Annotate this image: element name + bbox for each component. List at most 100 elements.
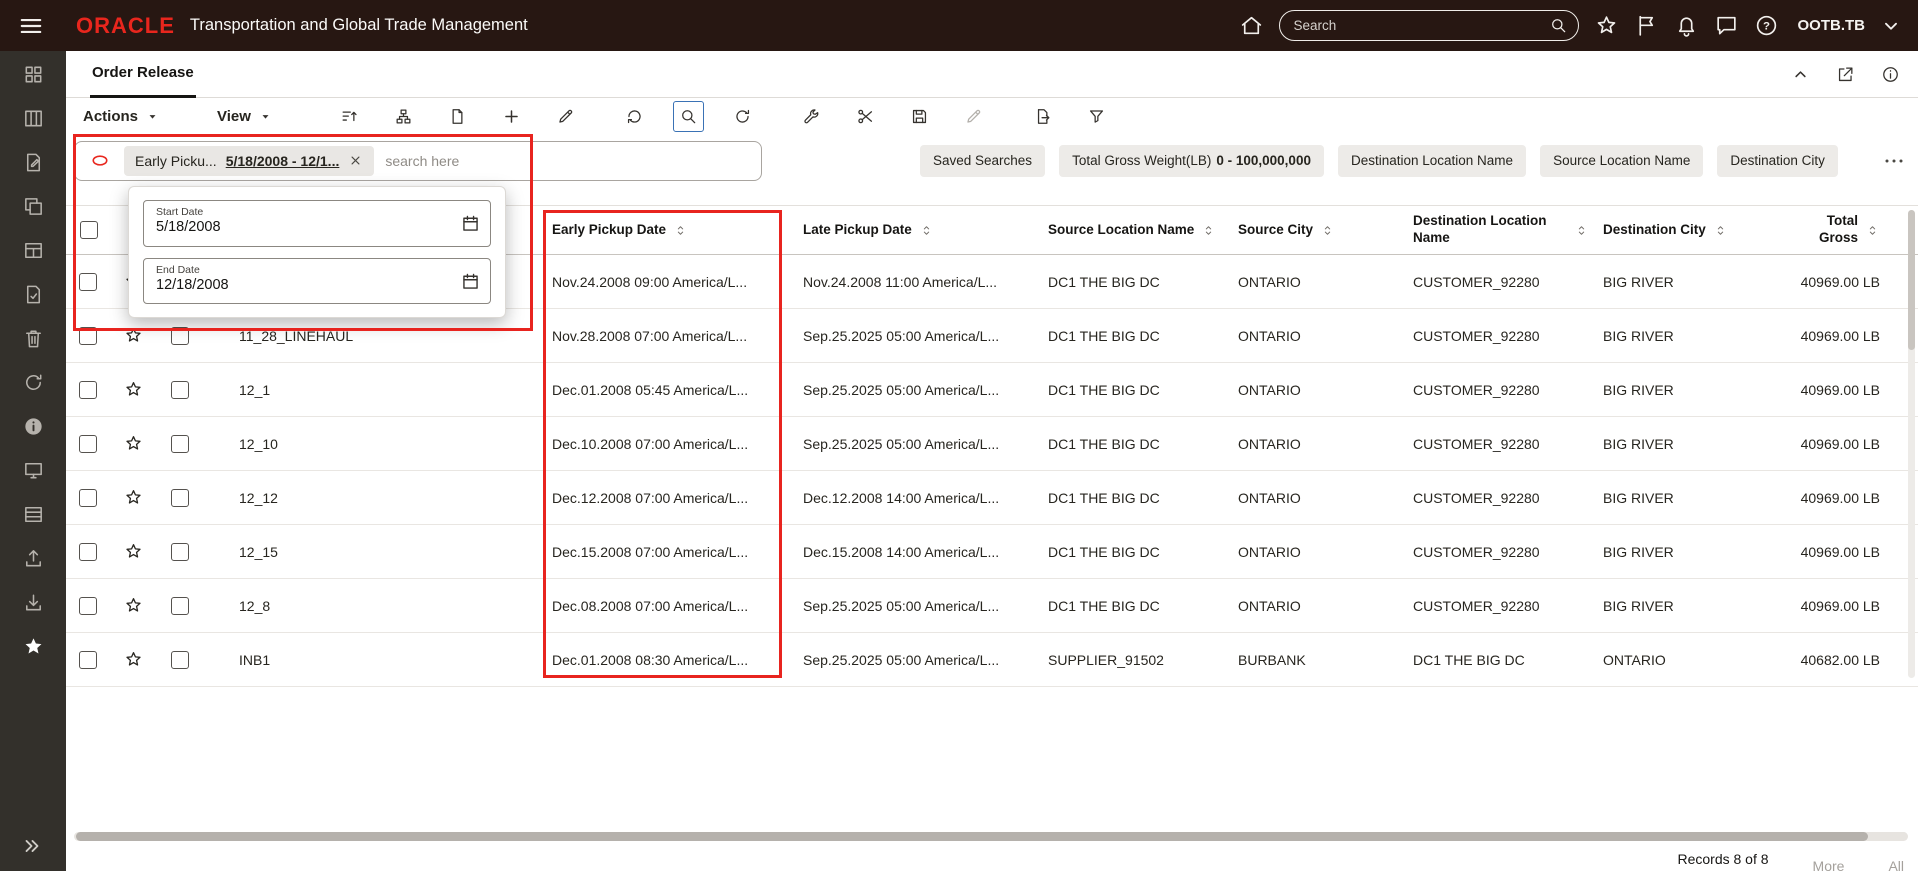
search-icon[interactable] <box>672 101 704 132</box>
star-outline-icon[interactable] <box>123 487 144 508</box>
username[interactable]: OOTB.TB <box>1798 17 1866 34</box>
open-in-new-icon[interactable] <box>1836 65 1855 84</box>
star-outline-icon[interactable] <box>123 325 144 346</box>
row-checkbox[interactable] <box>79 272 97 291</box>
export-icon[interactable] <box>1027 101 1058 132</box>
row-checkbox[interactable] <box>79 434 97 453</box>
row-checkbox[interactable] <box>79 380 97 399</box>
collapse-chevron-up-icon[interactable] <box>1791 65 1810 84</box>
reload-icon[interactable] <box>619 101 650 132</box>
sort-icon[interactable] <box>1865 223 1880 238</box>
filter-chip[interactable]: Source Location Name <box>1540 144 1704 177</box>
help-icon[interactable]: ? <box>1754 13 1779 38</box>
column-header-early[interactable]: Early Pickup Date <box>544 222 795 239</box>
edit-icon[interactable] <box>550 101 581 132</box>
table-row[interactable]: 12_15 Dec.15.2008 07:00 America/L... Dec.1… <box>66 525 1918 579</box>
row-checkbox[interactable] <box>79 488 97 507</box>
row-checkbox[interactable] <box>79 542 97 561</box>
column-header-srccity[interactable]: Source City <box>1230 222 1405 239</box>
filter-chip[interactable]: Destination City <box>1717 144 1838 177</box>
table-row[interactable]: 12_8 Dec.08.2008 07:00 America/L... Sep.25… <box>66 579 1918 633</box>
apps-grid-icon[interactable] <box>22 63 45 86</box>
more-options-ellipsis-icon[interactable] <box>1882 149 1906 173</box>
global-search-input[interactable] <box>1293 18 1541 33</box>
cell-order-release-id[interactable]: 12_12 <box>204 490 544 506</box>
document-check-icon[interactable] <box>22 283 45 306</box>
cell-order-release-id[interactable]: INB1 <box>204 652 544 668</box>
star-outline-icon[interactable] <box>123 379 144 400</box>
hamburger-menu-icon[interactable] <box>18 13 44 39</box>
edit-alt-icon[interactable] <box>958 101 989 132</box>
search-icon[interactable] <box>1549 16 1568 35</box>
calendar-icon[interactable] <box>460 213 481 234</box>
star-filled-icon[interactable] <box>22 635 45 658</box>
sort-icon[interactable] <box>334 101 365 132</box>
filter-chip[interactable]: Destination Location Name <box>1337 144 1527 177</box>
end-date-field[interactable]: End Date 12/18/2008 <box>143 257 491 304</box>
applied-filter-range[interactable]: 5/18/2008 - 12/1... <box>226 153 340 169</box>
flag-icon[interactable] <box>1634 13 1659 38</box>
home-icon[interactable] <box>1239 13 1264 38</box>
info-filled-icon[interactable] <box>22 415 45 438</box>
start-date-field[interactable]: Start Date 5/18/2008 <box>143 200 491 247</box>
close-icon[interactable] <box>348 153 363 168</box>
filter-search-box[interactable]: Early Picku... 5/18/2008 - 12/1... <box>74 140 762 181</box>
tools-icon[interactable] <box>796 101 827 132</box>
filter-icon[interactable] <box>1081 101 1112 132</box>
save-icon[interactable] <box>904 101 935 132</box>
column-header-srcloc[interactable]: Source Location Name <box>1040 222 1230 239</box>
horizontal-scrollbar-thumb[interactable] <box>76 832 1868 841</box>
column-header-destcity[interactable]: Destination City <box>1595 222 1790 239</box>
hierarchy-icon[interactable] <box>388 101 419 132</box>
cell-order-release-id[interactable]: 12_15 <box>204 544 544 560</box>
cell-order-release-id[interactable]: 12_10 <box>204 436 544 452</box>
star-outline-icon[interactable] <box>123 541 144 562</box>
table-row[interactable]: INB1 Dec.01.2008 08:30 America/L... Sep.25… <box>66 633 1918 687</box>
calendar-icon[interactable] <box>460 271 481 292</box>
filter-search-input[interactable] <box>385 152 749 169</box>
row-flag-checkbox[interactable] <box>171 650 189 669</box>
table-row[interactable]: 12_1 Dec.01.2008 05:45 America/L... Sep.25… <box>66 363 1918 417</box>
sort-icon[interactable] <box>1574 223 1589 238</box>
actions-dropdown[interactable]: Actions <box>83 108 159 125</box>
page-info-icon[interactable] <box>1881 65 1900 84</box>
star-outline-icon[interactable] <box>123 433 144 454</box>
cell-order-release-id[interactable]: 11_28_LINEHAUL <box>204 328 544 344</box>
row-checkbox[interactable] <box>79 650 97 669</box>
sort-icon[interactable] <box>673 223 688 238</box>
row-flag-checkbox[interactable] <box>171 488 189 507</box>
column-header-total[interactable]: Total Gross <box>1790 213 1918 247</box>
sort-icon[interactable] <box>1320 223 1335 238</box>
dashboard-icon[interactable] <box>22 107 45 130</box>
row-flag-checkbox[interactable] <box>171 380 189 399</box>
vertical-scrollbar-thumb[interactable] <box>1908 210 1915 350</box>
data-rows-icon[interactable] <box>22 503 45 526</box>
row-flag-checkbox[interactable] <box>171 596 189 615</box>
table-row[interactable]: 12_12 Dec.12.2008 07:00 America/L... Dec.1… <box>66 471 1918 525</box>
column-header-late[interactable]: Late Pickup Date <box>795 222 1040 239</box>
select-all-checkbox[interactable] <box>80 221 98 239</box>
user-chevron-down-icon[interactable] <box>1880 15 1902 37</box>
view-dropdown[interactable]: View <box>217 108 272 125</box>
sort-icon[interactable] <box>919 223 934 238</box>
star-outline-icon[interactable] <box>123 649 144 670</box>
star-outline-icon[interactable] <box>123 595 144 616</box>
row-checkbox[interactable] <box>79 326 97 345</box>
table-row[interactable]: 12_10 Dec.10.2008 07:00 America/L... Sep.2… <box>66 417 1918 471</box>
start-date-value[interactable]: 5/18/2008 <box>156 219 448 235</box>
saved-query-oval-icon[interactable] <box>87 151 113 170</box>
refresh-icon[interactable] <box>22 371 45 394</box>
cell-order-release-id[interactable]: 12_1 <box>204 382 544 398</box>
sort-icon[interactable] <box>1201 223 1216 238</box>
new-document-icon[interactable] <box>442 101 473 132</box>
cut-icon[interactable] <box>850 101 881 132</box>
more-link[interactable]: More <box>1813 858 1845 871</box>
row-checkbox[interactable] <box>79 596 97 615</box>
saved-searches-button[interactable]: Saved Searches <box>920 144 1046 177</box>
chat-icon[interactable] <box>1714 13 1739 38</box>
upload-icon[interactable] <box>22 547 45 570</box>
cell-order-release-id[interactable]: 12_8 <box>204 598 544 614</box>
row-flag-checkbox[interactable] <box>171 326 189 345</box>
filter-chip[interactable]: Total Gross Weight(LB) 0 - 100,000,000 <box>1059 144 1324 177</box>
trash-icon[interactable] <box>22 327 45 350</box>
